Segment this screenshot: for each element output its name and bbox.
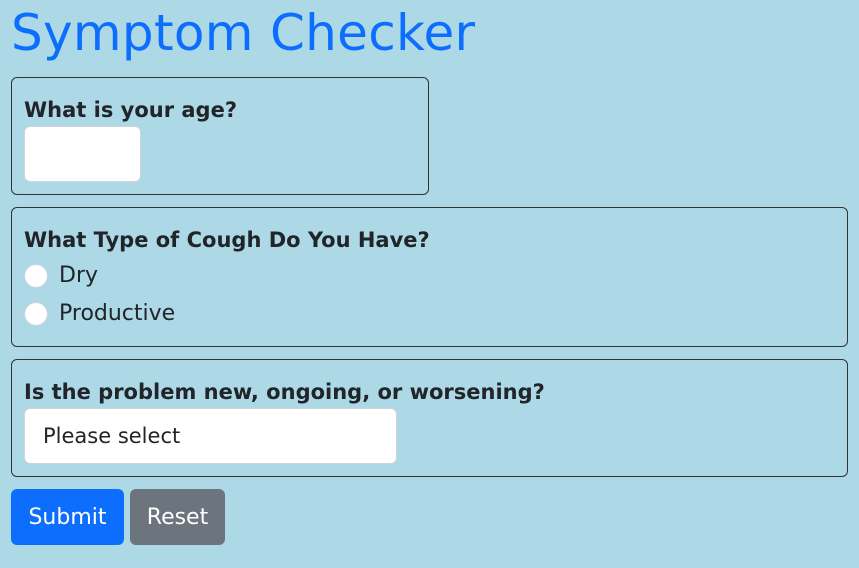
cough-option-dry-label: Dry: [59, 263, 99, 288]
problem-status-selected-value: Please select: [43, 424, 181, 448]
submit-button[interactable]: Submit: [11, 489, 124, 545]
page-title: Symptom Checker: [11, 4, 476, 62]
symptom-checker-page: Symptom Checker What is your age? What T…: [0, 0, 859, 568]
age-input[interactable]: [24, 126, 141, 182]
problem-question-card: Is the problem new, ongoing, or worsenin…: [11, 359, 848, 477]
problem-status-select[interactable]: Please select: [24, 408, 397, 464]
cough-option-productive-label: Productive: [59, 301, 176, 326]
cough-question-card: What Type of Cough Do You Have? Dry Prod…: [11, 207, 848, 347]
age-question-card: What is your age?: [11, 77, 429, 195]
cough-question-label: What Type of Cough Do You Have?: [24, 228, 430, 252]
radio-dry[interactable]: [24, 264, 48, 288]
age-question-label: What is your age?: [24, 98, 238, 122]
cough-option-dry[interactable]: Dry: [24, 257, 835, 295]
reset-button[interactable]: Reset: [130, 489, 225, 545]
cough-option-productive[interactable]: Productive: [24, 295, 835, 333]
problem-question-label: Is the problem new, ongoing, or worsenin…: [24, 380, 545, 404]
radio-productive[interactable]: [24, 302, 48, 326]
